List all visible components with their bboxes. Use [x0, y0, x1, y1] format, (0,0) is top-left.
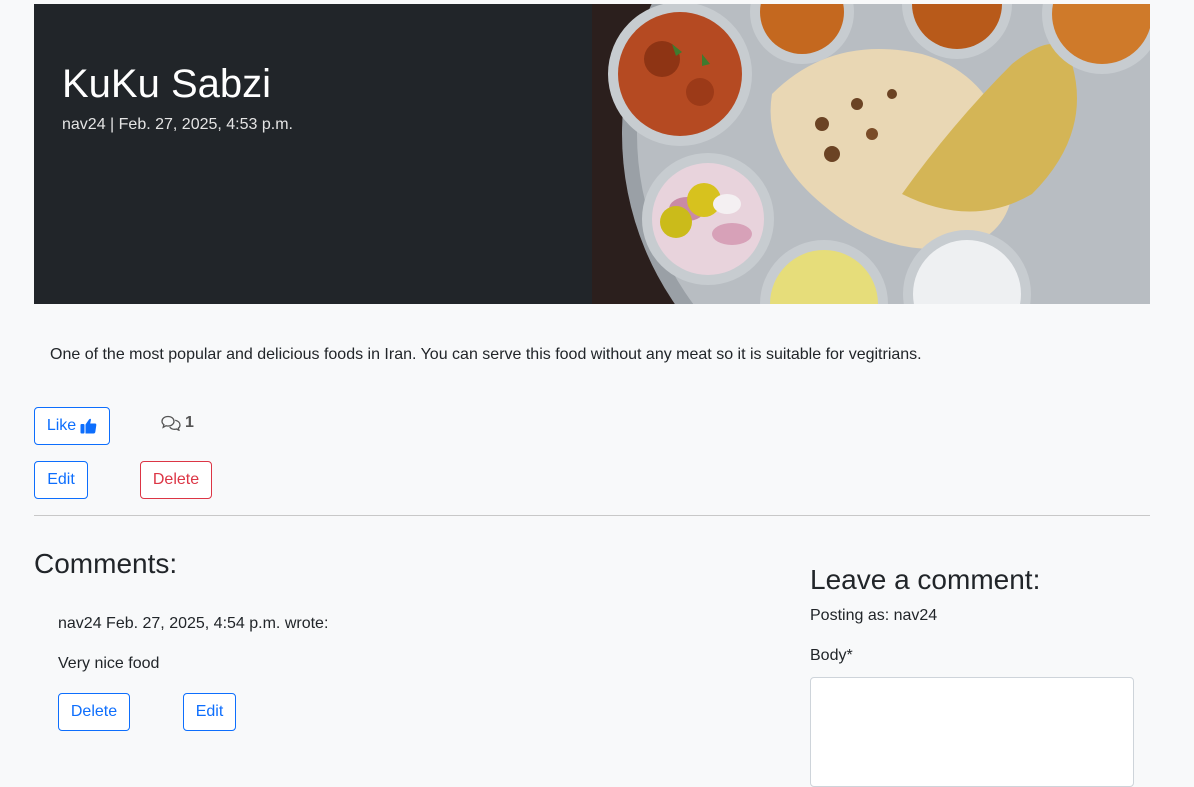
thumbs-up-icon: [80, 418, 97, 434]
edit-comment-button[interactable]: Edit: [183, 693, 236, 731]
food-platter-illustration: [592, 4, 1150, 304]
like-button-label: Like: [46, 417, 77, 434]
posting-as-text: Posting as: nav24: [810, 607, 938, 624]
delete-comment-button[interactable]: Delete: [58, 693, 130, 731]
comments-heading: Comments:: [34, 548, 178, 579]
comment-count: 1: [161, 414, 194, 432]
leave-comment-heading: Leave a comment:: [810, 564, 1041, 595]
food-platter-image: [592, 4, 1150, 304]
post-title: KuKu Sabzi: [62, 62, 272, 106]
post-masthead: KuKu Sabzi nav24 | Feb. 27, 2025, 4:53 p…: [34, 4, 1150, 304]
post-body: One of the most popular and delicious fo…: [50, 346, 922, 363]
body-field-label: Body*: [810, 647, 853, 664]
comments-icon: [161, 415, 181, 431]
like-button[interactable]: Like: [34, 407, 110, 445]
masthead-text-panel: KuKu Sabzi nav24 | Feb. 27, 2025, 4:53 p…: [34, 4, 592, 304]
edit-post-button[interactable]: Edit: [34, 461, 88, 499]
comment-text: Very nice food: [58, 655, 160, 672]
comment-count-value: 1: [185, 414, 194, 431]
comment-body-input[interactable]: [810, 677, 1134, 787]
delete-post-button[interactable]: Delete: [140, 461, 212, 499]
section-divider: [34, 515, 1150, 516]
post-meta: nav24 | Feb. 27, 2025, 4:53 p.m.: [62, 116, 293, 133]
comment-author-line: nav24 Feb. 27, 2025, 4:54 p.m. wrote:: [58, 615, 329, 632]
